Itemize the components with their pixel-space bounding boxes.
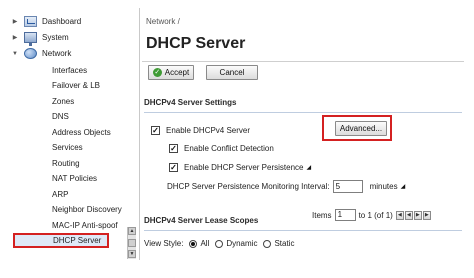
view-static-radio[interactable] bbox=[263, 239, 272, 248]
sidebar-item-system[interactable]: ▶ System bbox=[8, 30, 139, 46]
sidebar-item-label: Network bbox=[42, 49, 72, 58]
title-divider bbox=[142, 61, 464, 62]
info-marker-icon: ◢ bbox=[306, 165, 312, 171]
enable-dhcpv4-label: Enable DHCPv4 Server bbox=[166, 126, 251, 135]
section-title-lease-scopes: DHCPv4 Server Lease Scopes bbox=[144, 216, 259, 225]
enable-dhcpv4-checkbox[interactable]: ✓ bbox=[151, 126, 160, 135]
persistence-interval-row: DHCP Server Persistence Monitoring Inter… bbox=[167, 180, 405, 193]
sidebar-item-interfaces[interactable]: Interfaces bbox=[52, 63, 138, 78]
scroll-up-icon[interactable]: ▲ bbox=[128, 227, 136, 235]
accept-button-label: Accept bbox=[164, 68, 190, 77]
sidebar-item-mac-ip-anti-spoof[interactable]: MAC-IP Anti-spoof bbox=[52, 218, 138, 233]
conflict-detection-row: ✓ Enable Conflict Detection bbox=[169, 144, 274, 153]
sidebar-item-dashboard[interactable]: ▶ Dashboard bbox=[8, 14, 139, 29]
first-page-icon[interactable]: ◀ bbox=[395, 210, 404, 220]
sidebar-item-failover-lb[interactable]: Failover & LB bbox=[52, 78, 138, 93]
view-all-label: All bbox=[200, 239, 210, 248]
persistence-checkbox[interactable]: ✓ bbox=[169, 163, 178, 172]
pager: Items 1 to 1 (of 1) ◀ ◀ ▶ ▶ bbox=[312, 209, 431, 221]
advanced-button[interactable]: Advanced... bbox=[335, 121, 387, 136]
view-dynamic-radio[interactable] bbox=[215, 239, 224, 248]
sidebar-item-network[interactable]: ▼ Network bbox=[8, 46, 139, 61]
collapse-arrow-icon[interactable]: ▼ bbox=[10, 51, 20, 57]
sidebar-item-label: System bbox=[42, 33, 69, 42]
dashboard-icon bbox=[24, 16, 37, 27]
cancel-button[interactable]: Cancel bbox=[206, 65, 258, 80]
view-all-radio[interactable] bbox=[189, 239, 198, 248]
section-title-dhcpv4-settings: DHCPv4 Server Settings bbox=[144, 98, 237, 107]
prev-page-icon[interactable]: ◀ bbox=[404, 210, 413, 220]
view-style-row: View Style: All Dynamic Static bbox=[144, 239, 294, 248]
globe-icon bbox=[24, 48, 37, 59]
sidebar-nav: ▶ Dashboard ▶ System ▼ Network Interface… bbox=[8, 8, 140, 260]
advanced-highlight: Advanced... bbox=[322, 115, 392, 141]
sidebar-item-nat-policies[interactable]: NAT Policies bbox=[52, 171, 138, 186]
sidebar-item-neighbor-discovery[interactable]: Neighbor Discovery bbox=[52, 202, 138, 217]
last-page-icon[interactable]: ▶ bbox=[422, 210, 431, 220]
sidebar-scrollbar[interactable]: ▲ ▼ bbox=[127, 227, 136, 259]
page-title: DHCP Server bbox=[146, 35, 246, 52]
expand-arrow-icon[interactable]: ▶ bbox=[10, 18, 20, 25]
sidebar-item-zones[interactable]: Zones bbox=[52, 94, 138, 109]
view-style-label: View Style: bbox=[144, 239, 184, 248]
sidebar-item-dns[interactable]: DNS bbox=[52, 109, 138, 124]
interval-input[interactable]: 5 bbox=[332, 180, 363, 193]
scroll-down-icon[interactable]: ▼ bbox=[128, 250, 136, 258]
persistence-label: Enable DHCP Server Persistence bbox=[184, 163, 304, 172]
next-page-icon[interactable]: ▶ bbox=[413, 210, 422, 220]
info-marker-icon: ◢ bbox=[400, 184, 406, 190]
check-icon: ✓ bbox=[152, 68, 162, 77]
sidebar-item-arp[interactable]: ARP bbox=[52, 187, 138, 202]
scroll-thumb[interactable] bbox=[128, 239, 136, 247]
sidebar-item-address-objects[interactable]: Address Objects bbox=[52, 125, 138, 140]
section-divider bbox=[144, 230, 462, 231]
sidebar-item-routing[interactable]: Routing bbox=[52, 156, 138, 171]
interval-label: DHCP Server Persistence Monitoring Inter… bbox=[167, 182, 330, 191]
view-static-label: Static bbox=[274, 239, 295, 248]
enable-dhcpv4-row: ✓ Enable DHCPv4 Server bbox=[151, 126, 250, 135]
conflict-detection-checkbox[interactable]: ✓ bbox=[169, 144, 178, 153]
main-panel: Network / DHCP Server ✓ Accept Cancel DH… bbox=[142, 8, 464, 268]
sidebar-item-label: Dashboard bbox=[42, 17, 82, 26]
items-input[interactable]: 1 bbox=[334, 209, 356, 221]
monitor-icon bbox=[24, 32, 37, 46]
accept-button[interactable]: ✓ Accept bbox=[148, 65, 194, 80]
breadcrumb[interactable]: Network / bbox=[146, 17, 180, 26]
conflict-detection-label: Enable Conflict Detection bbox=[184, 144, 274, 153]
items-range: to 1 (of 1) bbox=[358, 210, 393, 220]
items-label: Items bbox=[312, 210, 332, 220]
sidebar-item-dhcp-server[interactable]: DHCP Server bbox=[13, 233, 109, 248]
sidebar-item-services[interactable]: Services bbox=[52, 140, 138, 155]
persistence-row: ✓ Enable DHCP Server Persistence ◢ bbox=[169, 163, 311, 172]
expand-arrow-icon[interactable]: ▶ bbox=[10, 34, 20, 41]
view-dynamic-label: Dynamic bbox=[226, 239, 258, 248]
interval-unit: minutes bbox=[369, 182, 398, 191]
section-divider bbox=[144, 112, 462, 113]
